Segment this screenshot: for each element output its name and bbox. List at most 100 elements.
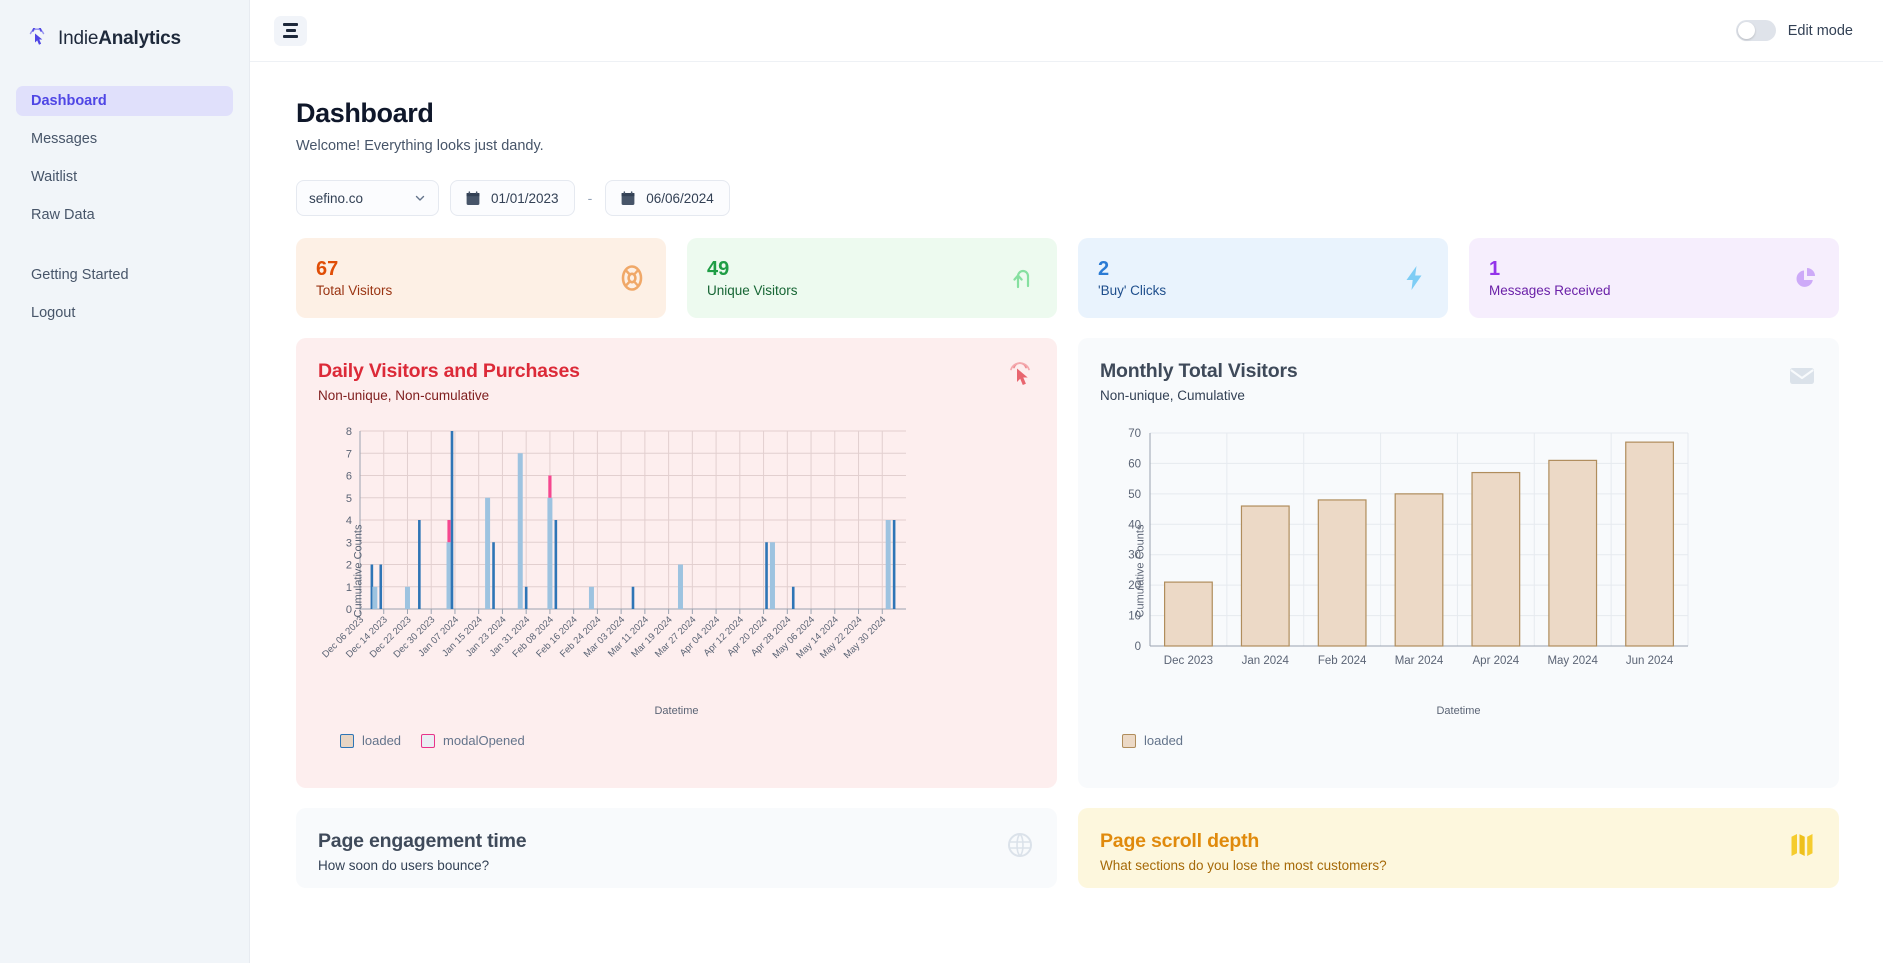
- sidebar-nav: Dashboard Messages Waitlist Raw Data Get…: [0, 86, 249, 328]
- legend-item-modalopened[interactable]: modalOpened: [421, 733, 525, 748]
- card-subtitle: What sections do you lose the most custo…: [1100, 858, 1387, 873]
- site-select-value: sefino.co: [309, 190, 364, 206]
- hamburger-icon[interactable]: [274, 15, 307, 46]
- card-header: Monthly Total Visitors Non-unique, Cumul…: [1100, 360, 1817, 403]
- kpi-text: 67 Total Visitors: [316, 258, 392, 298]
- kpi-value: 2: [1098, 258, 1110, 280]
- svg-text:3: 3: [346, 537, 352, 549]
- card-subtitle: How soon do users bounce?: [318, 858, 490, 873]
- svg-text:70: 70: [1128, 428, 1141, 440]
- brand-name-light: Indie: [58, 28, 99, 49]
- filter-bar: sefino.co 01/01/2023 - 06/06/2024: [296, 180, 1839, 216]
- svg-text:60: 60: [1128, 458, 1141, 470]
- page-subtitle: Welcome! Everything looks just dandy.: [296, 138, 544, 154]
- page-title: Dashboard: [296, 98, 434, 128]
- bar-chart-daily: 012345678Dec 06 2023Dec 14 2023Dec 22 20…: [320, 426, 906, 661]
- kpi-label: Messages Received: [1489, 283, 1611, 298]
- sidebar-item-logout[interactable]: Logout: [16, 298, 233, 328]
- arrow-up-turn-icon: [1013, 269, 1030, 289]
- envelope-icon: [1790, 368, 1814, 384]
- brand-text: IndieAnalytics: [58, 28, 181, 50]
- y-axis-label: Cumulative Counts: [352, 524, 365, 618]
- legend-label: modalOpened: [443, 733, 525, 748]
- calendar-icon: [621, 190, 635, 205]
- legend-item-loaded[interactable]: loaded: [1122, 733, 1183, 748]
- sidebar-item-waitlist[interactable]: Waitlist: [16, 162, 233, 192]
- legend-swatch: [1122, 733, 1136, 748]
- start-date-value: 01/01/2023: [491, 190, 559, 206]
- kpi-text: 1 Messages Received: [1489, 258, 1611, 298]
- kpi-card-total-visitors[interactable]: 67 Total Visitors: [296, 238, 666, 318]
- svg-text:May 2024: May 2024: [1547, 655, 1598, 667]
- app-root: IndieAnalytics Dashboard Messages Waitli…: [0, 0, 1883, 963]
- svg-text:6: 6: [346, 471, 352, 483]
- kpi-value: 1: [1489, 258, 1501, 280]
- toggle-knob: [1738, 22, 1756, 39]
- svg-text:0: 0: [346, 604, 352, 616]
- chart-legend-monthly: loaded: [1100, 733, 1817, 748]
- legend-label: loaded: [1144, 733, 1184, 748]
- kpi-card-messages-received[interactable]: 1 Messages Received: [1469, 238, 1839, 318]
- page-content: Dashboard Welcome! Everything looks just…: [250, 62, 1883, 963]
- card-daily-visitors-and-purchases: Daily Visitors and Purchases Non-unique,…: [296, 338, 1057, 788]
- hamburger-line-2: [285, 29, 296, 32]
- card-page-scroll-depth: Page scroll depth What sections do you l…: [1078, 808, 1839, 888]
- svg-text:Feb 2024: Feb 2024: [1318, 655, 1367, 667]
- kpi-card-buy-clicks[interactable]: 2 'Buy' Clicks: [1078, 238, 1448, 318]
- card-monthly-total-visitors: Monthly Total Visitors Non-unique, Cumul…: [1078, 338, 1839, 788]
- cursor-click-icon: [1010, 362, 1030, 385]
- kpi-value: 67: [316, 258, 339, 280]
- legend-swatch: [421, 733, 436, 748]
- svg-text:Jun 2024: Jun 2024: [1626, 655, 1674, 667]
- bottom-card-row: Page engagement time How soon do users b…: [296, 808, 1839, 888]
- legend-item-loaded[interactable]: loaded: [340, 733, 401, 748]
- kpi-label: Total Visitors: [316, 283, 393, 298]
- svg-text:2: 2: [346, 560, 352, 572]
- card-header-text: Daily Visitors and Purchases Non-unique,…: [318, 360, 580, 403]
- svg-text:Mar 2024: Mar 2024: [1395, 655, 1444, 667]
- lightning-icon: [1406, 266, 1422, 290]
- sidebar-item-getting-started[interactable]: Getting Started: [16, 260, 233, 290]
- card-header-text: Page engagement time How soon do users b…: [318, 830, 527, 873]
- site-select[interactable]: sefino.co: [296, 180, 439, 216]
- chart-plot-daily: Cumulative Counts 0 1 2 3 4 5 6 7 8 Dec 06 2023 De…: [318, 421, 1035, 721]
- svg-text:4: 4: [346, 515, 352, 527]
- kpi-row: 67 Total Visitors 49 Unique Visitors 2 '…: [296, 238, 1839, 318]
- svg-text:50: 50: [1128, 489, 1141, 501]
- chart-card-row: Daily Visitors and Purchases Non-unique,…: [296, 338, 1839, 788]
- end-date-field[interactable]: 06/06/2024: [605, 180, 730, 216]
- brand-name-bold: Analytics: [98, 28, 181, 49]
- main-area: Edit mode Dashboard Welcome! Everything …: [250, 0, 1883, 963]
- hamburger-line-3: [283, 35, 298, 38]
- card-title: Monthly Total Visitors: [1100, 360, 1298, 382]
- sidebar-item-raw-data[interactable]: Raw Data: [16, 200, 233, 230]
- edit-mode-toggle[interactable]: [1735, 20, 1776, 41]
- edit-mode-label: Edit mode: [1787, 22, 1853, 39]
- kpi-label: 'Buy' Clicks: [1098, 283, 1167, 298]
- card-title: Daily Visitors and Purchases: [318, 360, 580, 382]
- kpi-label: Unique Visitors: [707, 283, 798, 298]
- chart-legend-daily: loaded modalOpened: [318, 733, 1035, 748]
- x-axis-label: Datetime: [654, 705, 699, 717]
- chevron-down-icon: [415, 195, 425, 201]
- card-subtitle: Non-unique, Non-cumulative: [318, 388, 490, 403]
- date-range-separator: -: [587, 190, 593, 206]
- kpi-value: 49: [707, 258, 730, 280]
- brand[interactable]: IndieAnalytics: [0, 0, 249, 58]
- sidebar-item-dashboard[interactable]: Dashboard: [16, 86, 233, 116]
- y-axis-label: Cumulative Counts: [1134, 524, 1147, 618]
- start-date-field[interactable]: 01/01/2023: [450, 180, 575, 216]
- pie-chart-icon: [1796, 268, 1815, 287]
- sidebar-item-messages[interactable]: Messages: [16, 124, 233, 154]
- svg-text:1: 1: [346, 582, 352, 594]
- lifebuoy-icon: [621, 265, 643, 291]
- card-page-engagement-time: Page engagement time How soon do users b…: [296, 808, 1057, 888]
- kpi-card-unique-visitors[interactable]: 49 Unique Visitors: [687, 238, 1057, 318]
- svg-text:5: 5: [346, 493, 352, 505]
- kpi-text: 2 'Buy' Clicks: [1098, 258, 1166, 298]
- kpi-text: 49 Unique Visitors: [707, 258, 798, 298]
- card-title: Page engagement time: [318, 830, 527, 852]
- hamburger-line-1: [283, 23, 298, 26]
- legend-swatch: [340, 733, 354, 748]
- cursor-click-icon: [29, 28, 45, 45]
